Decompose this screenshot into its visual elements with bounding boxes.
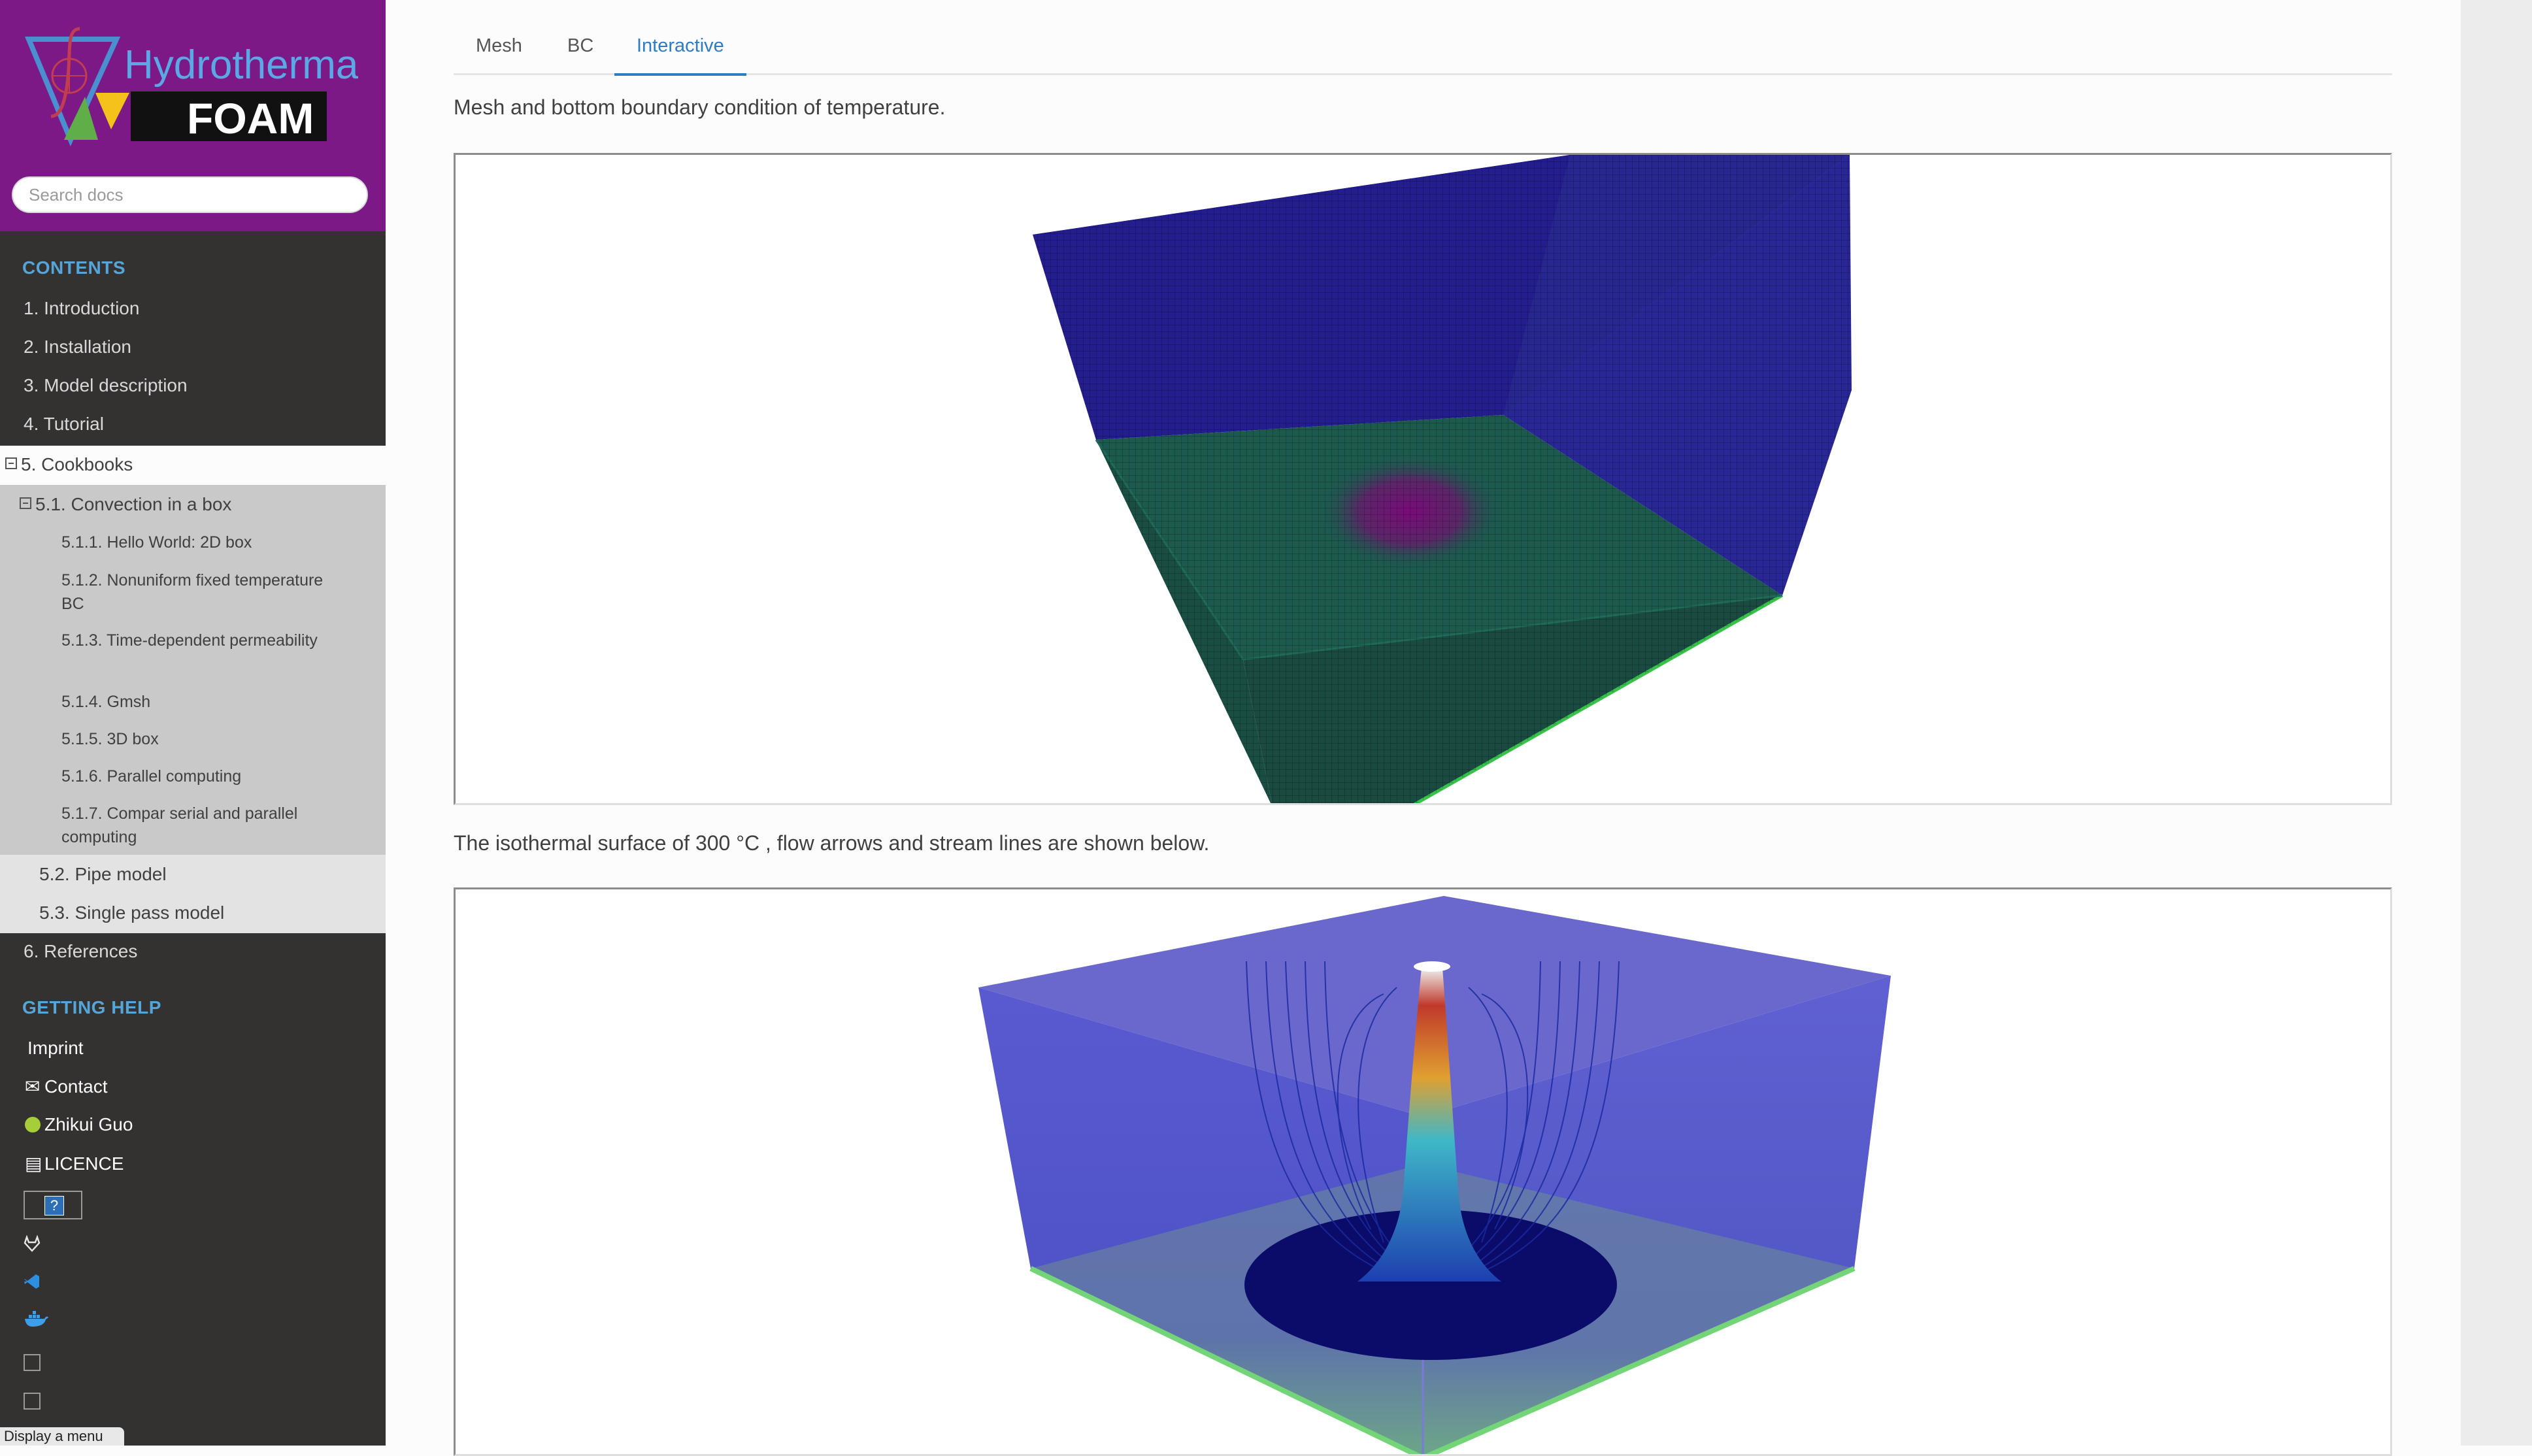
toc-item-convection-label: 5.1. Convection in a box — [35, 494, 232, 514]
toc-item-references[interactable]: 6. References — [24, 941, 386, 962]
logo-text-top: Hydrothermal — [124, 42, 358, 88]
orcid-icon — [25, 1114, 44, 1135]
envelope-icon: ✉ — [25, 1076, 41, 1097]
paragraph-mesh: Mesh and bottom boundary condition of te… — [454, 95, 946, 119]
collapse-icon[interactable] — [5, 457, 17, 469]
toc-item-gmsh[interactable]: 5.1.4. Gmsh — [61, 690, 336, 714]
toc-item-model-description[interactable]: 3. Model description — [24, 375, 386, 396]
toc-item-cookbooks[interactable]: 5. Cookbooks — [5, 454, 386, 475]
checkbox-1[interactable] — [24, 1354, 41, 1371]
toc-item-pipe-model[interactable]: 5.2. Pipe model — [39, 864, 386, 885]
contact-link[interactable]: ✉ Contact — [25, 1076, 108, 1097]
mesh-box-render[interactable] — [456, 155, 2392, 805]
licence-label: LICENCE — [44, 1153, 124, 1174]
contents-caption: CONTENTS — [22, 257, 125, 278]
tab-interactive[interactable]: Interactive — [614, 35, 746, 76]
tab-bc[interactable]: BC — [567, 35, 593, 73]
tab-bar: Mesh BC Interactive — [454, 26, 2392, 76]
toc-item-convection-in-a-box[interactable]: 5.1. Convection in a box — [20, 494, 386, 515]
checkbox-2[interactable] — [24, 1393, 41, 1410]
imprint-link[interactable]: Imprint — [27, 1038, 84, 1059]
toc-item-time-dependent-permeability[interactable]: 5.1.3. Time-dependent permeability — [61, 629, 336, 652]
toc-item-single-pass-model[interactable]: 5.3. Single pass model — [39, 902, 386, 923]
toc-item-compare-serial-parallel[interactable]: 5.1.7. Compar serial and parallel comput… — [61, 802, 336, 849]
help-widget[interactable]: ? — [24, 1191, 82, 1219]
hydrothermalfoam-logo[interactable]: Hydrothermal FOAM — [25, 25, 358, 149]
author-label: Zhikui Guo — [44, 1114, 133, 1134]
logo-text-bottom: FOAM — [187, 94, 314, 142]
isothermal-3d-view[interactable] — [454, 887, 2392, 1456]
gitlab-icon[interactable] — [24, 1235, 41, 1252]
right-scroll-rail[interactable] — [2461, 0, 2532, 1446]
toc-item-introduction[interactable]: 1. Introduction — [24, 298, 386, 319]
toc-item-hello-world[interactable]: 5.1.1. Hello World: 2D box — [61, 531, 336, 554]
question-icon: ? — [44, 1196, 64, 1216]
mesh-3d-view[interactable] — [454, 153, 2392, 805]
docker-icon[interactable] — [24, 1311, 50, 1328]
toc-item-cookbooks-label: 5. Cookbooks — [21, 454, 133, 474]
book-icon: ▤ — [25, 1153, 42, 1174]
display-menu-tooltip: Display a menu — [0, 1427, 124, 1446]
paragraph-isothermal: The isothermal surface of 300 °C , flow … — [454, 831, 1210, 855]
author-link[interactable]: Zhikui Guo — [25, 1114, 133, 1135]
isothermal-render[interactable] — [456, 889, 2392, 1456]
toc-item-nonuniform-bc[interactable]: 5.1.2. Nonuniform fixed temperature BC — [61, 569, 336, 616]
tab-mesh[interactable]: Mesh — [476, 35, 522, 73]
contact-label: Contact — [44, 1076, 108, 1097]
licence-link[interactable]: ▤ LICENCE — [25, 1153, 124, 1174]
collapse-icon[interactable] — [20, 497, 31, 509]
sidebar-header: Hydrothermal FOAM — [0, 0, 386, 231]
toc-item-parallel-computing[interactable]: 5.1.6. Parallel computing — [61, 765, 336, 788]
toc-item-tutorial[interactable]: 4. Tutorial — [24, 414, 386, 435]
toc-item-3d-box[interactable]: 5.1.5. 3D box — [61, 727, 336, 751]
vscode-icon[interactable] — [24, 1273, 41, 1290]
search-input[interactable] — [12, 176, 368, 213]
sidebar: Hydrothermal FOAM CONTENTS 1. Introducti… — [0, 0, 386, 1446]
getting-help-caption: GETTING HELP — [22, 997, 161, 1018]
toc-item-installation[interactable]: 2. Installation — [24, 337, 386, 357]
